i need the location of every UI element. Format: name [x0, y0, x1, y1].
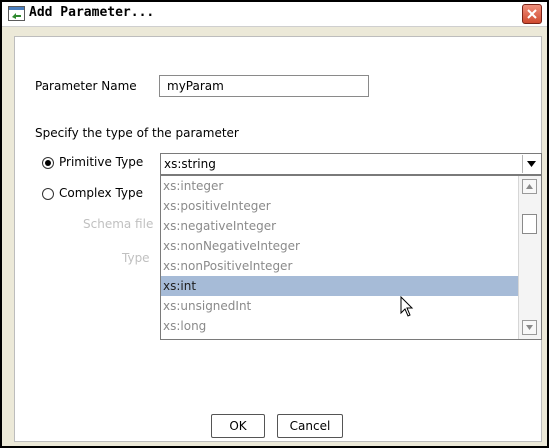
- parameter-name-label: Parameter Name: [35, 79, 137, 93]
- dropdown-option[interactable]: xs:positiveInteger: [161, 196, 518, 216]
- complex-type-label: Complex Type: [59, 186, 144, 200]
- primitive-type-radio[interactable]: [42, 157, 54, 169]
- dropdown-option[interactable]: xs:nonNegativeInteger: [161, 236, 518, 256]
- close-icon: [527, 9, 537, 19]
- dropdown-option[interactable]: xs:negativeInteger: [161, 216, 518, 236]
- chevron-down-icon: [526, 325, 533, 330]
- dropdown-option[interactable]: xs:integer: [161, 176, 518, 196]
- cancel-button[interactable]: Cancel: [277, 414, 343, 438]
- title-bar[interactable]: Add Parameter...: [2, 2, 547, 27]
- schema-file-label: Schema file: [83, 217, 154, 231]
- add-parameter-icon: [8, 6, 25, 21]
- primitive-type-select[interactable]: xs:string: [160, 153, 542, 175]
- parameter-name-input[interactable]: myParam: [159, 75, 369, 97]
- add-parameter-dialog: Add Parameter... Parameter Name myParam …: [0, 0, 549, 448]
- primitive-type-label: Primitive Type: [59, 155, 144, 169]
- chevron-down-icon: [527, 161, 536, 167]
- mouse-pointer-icon: [400, 295, 414, 321]
- type-label: Type: [122, 251, 150, 265]
- scroll-up-button[interactable]: [522, 179, 537, 194]
- window-title: Add Parameter...: [29, 5, 155, 20]
- dropdown-scrollbar[interactable]: [518, 176, 541, 339]
- dropdown-option[interactable]: xs:int: [161, 276, 518, 296]
- ok-button[interactable]: OK: [211, 414, 265, 438]
- dropdown-option[interactable]: xs:nonPositiveInteger: [161, 256, 518, 276]
- type-section-heading: Specify the type of the parameter: [35, 126, 239, 140]
- scroll-thumb[interactable]: [522, 214, 537, 234]
- dropdown-option[interactable]: xs:long: [161, 316, 518, 336]
- dropdown-button[interactable]: [522, 155, 540, 173]
- complex-type-radio[interactable]: [42, 188, 54, 200]
- chevron-up-icon: [526, 184, 533, 189]
- scroll-down-button[interactable]: [522, 320, 537, 335]
- dropdown-option[interactable]: xs:unsignedInt: [161, 296, 518, 316]
- type-dropdown-list[interactable]: xs:integer xs:positiveInteger xs:negativ…: [160, 175, 542, 340]
- selected-type-value: xs:string: [164, 157, 216, 171]
- close-button[interactable]: [522, 4, 542, 24]
- dialog-content: Parameter Name myParam Specify the type …: [14, 36, 542, 442]
